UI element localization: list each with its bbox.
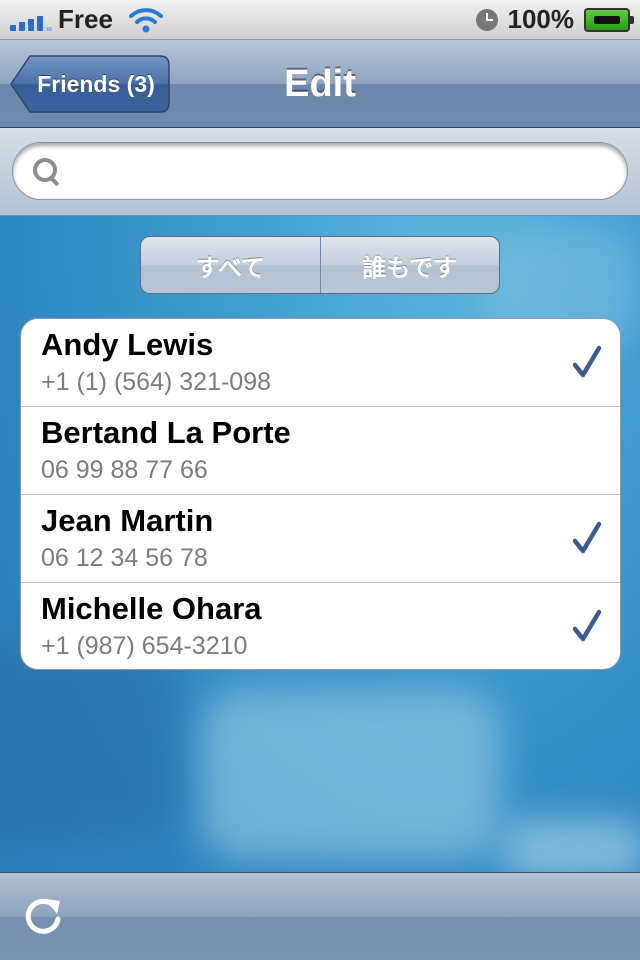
contact-name: Bertand La Porte xyxy=(41,415,291,450)
contact-name: Michelle Ohara xyxy=(41,591,262,626)
search-icon xyxy=(31,156,61,186)
background-blur xyxy=(200,690,500,860)
status-bar: Free 100% xyxy=(0,0,640,40)
checkmark-icon xyxy=(572,609,602,642)
contact-phone: 06 12 34 56 78 xyxy=(41,544,208,572)
carrier-name: Free xyxy=(58,4,113,34)
segment-nobody[interactable]: 誰もです xyxy=(319,237,500,293)
back-button[interactable]: Friends (3) xyxy=(10,55,170,113)
list-item[interactable]: Michelle Ohara +1 (987) 654-3210 xyxy=(21,583,620,669)
refresh-icon[interactable] xyxy=(20,893,66,939)
list-item[interactable]: Jean Martin 06 12 34 56 78 xyxy=(21,495,620,583)
contact-phone: +1 (1) (564) 321-098 xyxy=(41,368,272,396)
background-blur xyxy=(500,820,640,880)
contact-phone: +1 (987) 654-3210 xyxy=(41,632,248,660)
contact-name: Jean Martin xyxy=(41,503,214,538)
background-blur xyxy=(0,640,180,840)
checkmark-icon xyxy=(572,521,602,554)
bottom-toolbar xyxy=(0,872,640,960)
clock-icon xyxy=(475,8,498,31)
search-input[interactable] xyxy=(71,155,627,187)
list-item[interactable]: Andy Lewis +1 (1) (564) 321-098 xyxy=(21,319,620,407)
contact-phone: 06 99 88 77 66 xyxy=(41,456,208,484)
list-item[interactable]: Bertand La Porte 06 99 88 77 66 xyxy=(21,407,620,495)
wifi-icon xyxy=(128,7,163,32)
checkmark-icon xyxy=(572,345,602,378)
battery-icon xyxy=(584,7,634,32)
battery-percent: 100% xyxy=(507,4,575,34)
contact-name: Andy Lewis xyxy=(41,327,214,362)
signal-icon xyxy=(10,9,52,31)
navigation-bar: Edit Friends (3) xyxy=(0,40,640,128)
search-field[interactable] xyxy=(12,142,628,200)
segment-all[interactable]: すべて xyxy=(141,237,320,293)
contact-list: Andy Lewis +1 (1) (564) 321-098 Bertand … xyxy=(20,318,621,670)
filter-segmented-control: すべて 誰もです xyxy=(140,236,500,294)
search-bar xyxy=(0,128,640,216)
back-button-label: Friends (3) xyxy=(37,70,155,97)
